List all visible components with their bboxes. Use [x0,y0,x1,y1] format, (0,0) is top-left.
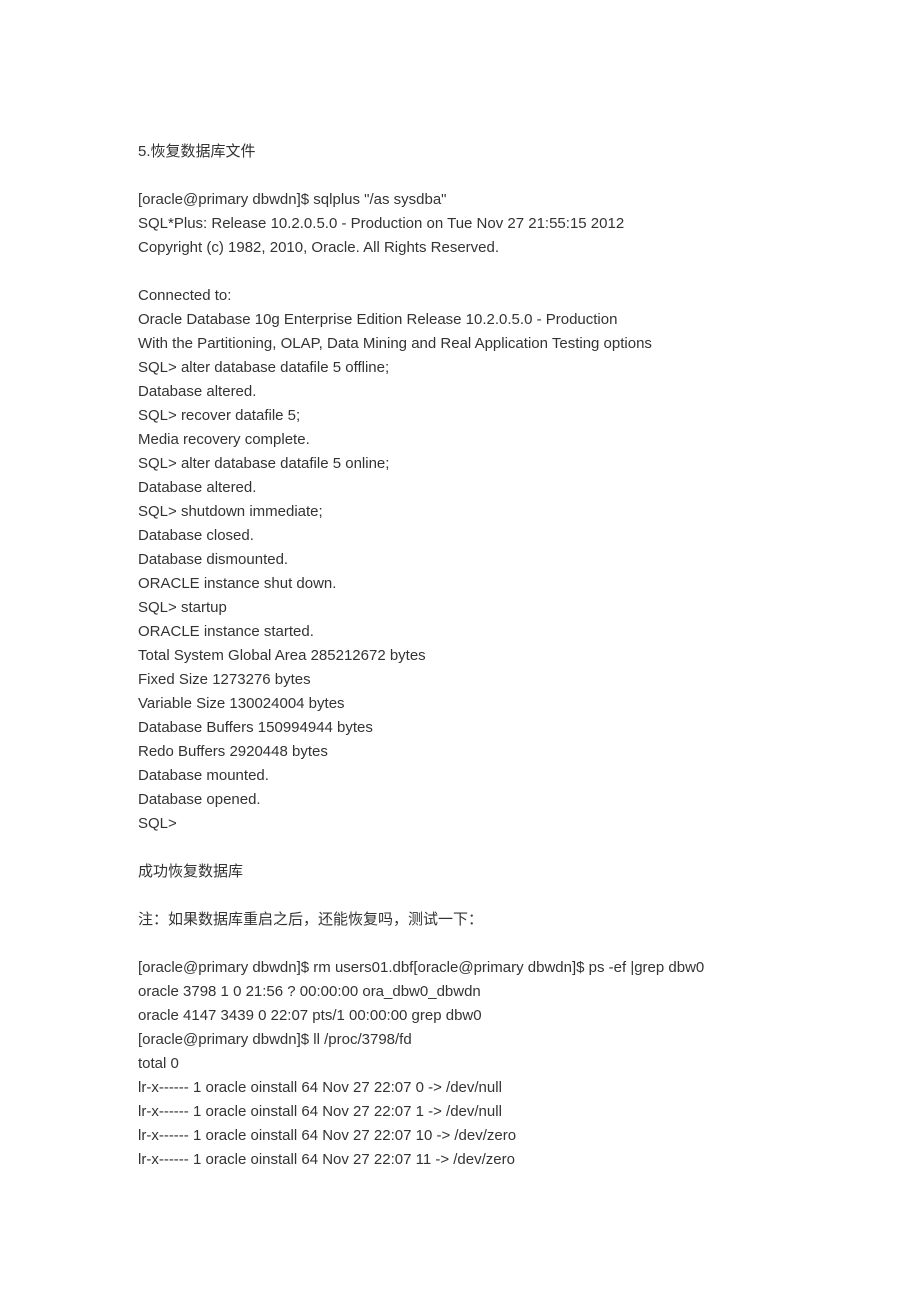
text-line: 成功恢复数据库 [138,860,782,884]
code-line: Database opened. [138,788,782,812]
code-line: SQL> alter database datafile 5 online; [138,452,782,476]
code-line: oracle 3798 1 0 21:56 ? 00:00:00 ora_dbw… [138,980,782,1004]
section-heading: 5.恢复数据库文件 [138,140,782,164]
code-line: SQL> startup [138,596,782,620]
code-line: Fixed Size 1273276 bytes [138,668,782,692]
code-line: SQL> [138,812,782,836]
code-line: Variable Size 130024004 bytes [138,692,782,716]
code-line: SQL*Plus: Release 10.2.0.5.0 - Productio… [138,212,782,236]
code-line: oracle 4147 3439 0 22:07 pts/1 00:00:00 … [138,1004,782,1028]
code-line: lr-x------ 1 oracle oinstall 64 Nov 27 2… [138,1076,782,1100]
document-page: 5.恢复数据库文件 [oracle@primary dbwdn]$ sqlplu… [0,0,920,1302]
code-line: [oracle@primary dbwdn]$ ll /proc/3798/fd [138,1028,782,1052]
code-line: SQL> shutdown immediate; [138,500,782,524]
code-line: lr-x------ 1 oracle oinstall 64 Nov 27 2… [138,1100,782,1124]
text-line: 注：如果数据库重启之后，还能恢复吗，测试一下： [138,908,782,932]
code-line: Oracle Database 10g Enterprise Edition R… [138,308,782,332]
code-line: Connected to: [138,284,782,308]
code-line: Redo Buffers 2920448 bytes [138,740,782,764]
code-line: Database mounted. [138,764,782,788]
text-block-success: 成功恢复数据库 [138,860,782,884]
code-line: Total System Global Area 285212672 bytes [138,644,782,668]
code-block-3: [oracle@primary dbwdn]$ rm users01.dbf[o… [138,956,782,1172]
code-line: ORACLE instance shut down. [138,572,782,596]
code-line: total 0 [138,1052,782,1076]
code-line: Media recovery complete. [138,428,782,452]
code-line: Copyright (c) 1982, 2010, Oracle. All Ri… [138,236,782,260]
code-line: SQL> recover datafile 5; [138,404,782,428]
code-line: ORACLE instance started. [138,620,782,644]
code-block-2: Connected to: Oracle Database 10g Enterp… [138,284,782,836]
code-line: [oracle@primary dbwdn]$ rm users01.dbf[o… [138,956,782,980]
code-line: With the Partitioning, OLAP, Data Mining… [138,332,782,356]
code-line: Database altered. [138,380,782,404]
code-line: Database Buffers 150994944 bytes [138,716,782,740]
heading-text: 5.恢复数据库文件 [138,143,256,160]
code-line: [oracle@primary dbwdn]$ sqlplus "/as sys… [138,188,782,212]
code-line: lr-x------ 1 oracle oinstall 64 Nov 27 2… [138,1148,782,1172]
code-line: SQL> alter database datafile 5 offline; [138,356,782,380]
code-line: lr-x------ 1 oracle oinstall 64 Nov 27 2… [138,1124,782,1148]
code-line: Database altered. [138,476,782,500]
text-block-note: 注：如果数据库重启之后，还能恢复吗，测试一下： [138,908,782,932]
code-line: Database dismounted. [138,548,782,572]
code-block-1: [oracle@primary dbwdn]$ sqlplus "/as sys… [138,188,782,260]
code-line: Database closed. [138,524,782,548]
